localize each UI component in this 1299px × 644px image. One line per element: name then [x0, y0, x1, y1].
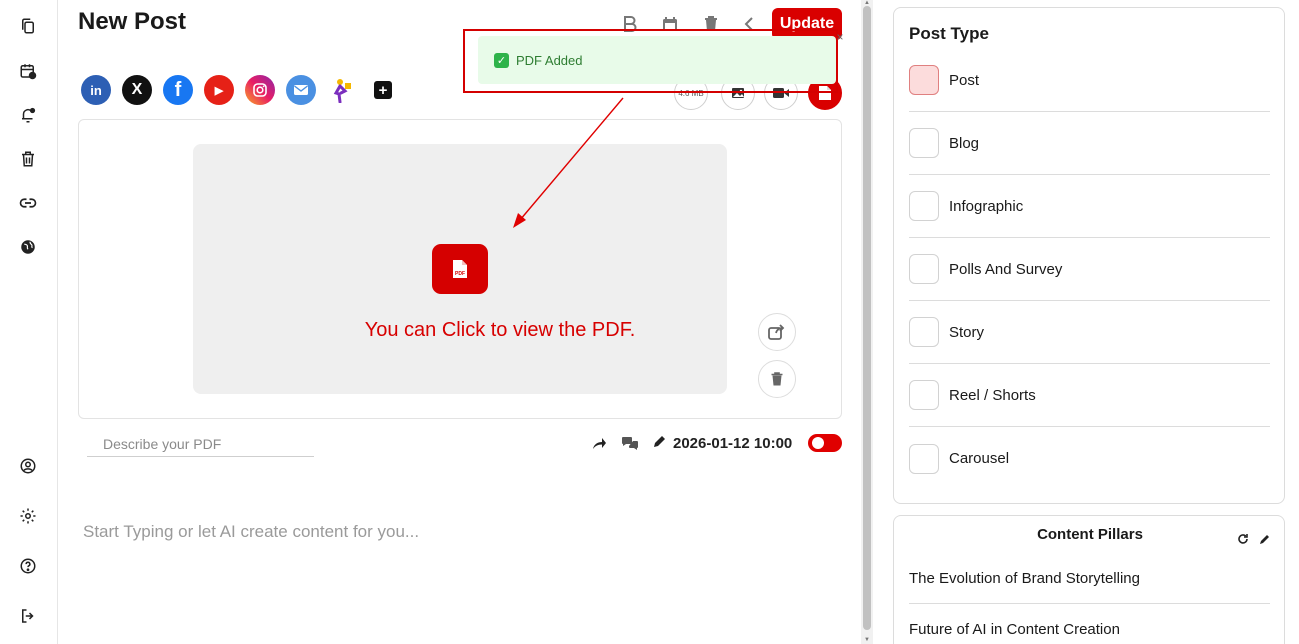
pillar-item[interactable]: Future of AI in Content Creation	[909, 604, 1270, 644]
copy-icon[interactable]	[14, 12, 42, 40]
pencil-icon	[653, 434, 667, 453]
help-icon[interactable]	[14, 552, 42, 580]
schedule-edit[interactable]: 2026-01-12 10:00	[653, 433, 792, 453]
left-rail	[0, 0, 58, 644]
post-type-label: Reel / Shorts	[949, 386, 1036, 404]
toast-notification: ✓ PDF Added ×	[478, 30, 844, 84]
post-type-option-story[interactable]: Story	[909, 301, 1270, 364]
toast-message: PDF Added	[516, 52, 583, 68]
gear-icon[interactable]	[14, 502, 42, 530]
post-type-option-carousel[interactable]: Carousel	[909, 427, 1270, 490]
post-type-label: Carousel	[949, 450, 1010, 467]
post-type-label: Story	[949, 323, 985, 341]
comments-icon[interactable]	[621, 433, 639, 453]
page-title: New Post	[78, 8, 187, 35]
post-type-checkbox[interactable]	[909, 380, 939, 410]
scroll-down-icon[interactable]: ▼	[863, 637, 871, 643]
post-type-card: Post Type Post Blog Infographic Polls An…	[893, 7, 1285, 504]
content-pillars-card: Content Pillars The Evolution of Brand S…	[893, 515, 1285, 644]
scroll-thumb[interactable]	[863, 6, 871, 630]
check-icon: ✓	[494, 52, 509, 68]
link-icon[interactable]	[14, 189, 42, 217]
main-editor: New Post Update in X f ▶ + 4.6 MB PDF Yo…	[59, 0, 861, 644]
plus-glyph: +	[374, 81, 392, 99]
toggle-knob	[812, 437, 824, 449]
pdf-preview-area[interactable]: PDF You can Click to view the PDF.	[193, 144, 727, 394]
app-root: New Post Update in X f ▶ + 4.6 MB PDF Yo…	[0, 0, 1299, 644]
x-twitter-icon[interactable]: X	[122, 75, 152, 105]
post-type-option-reel[interactable]: Reel / Shorts	[909, 364, 1270, 427]
post-type-checkbox[interactable]	[909, 128, 939, 158]
post-type-option-post[interactable]: Post	[909, 49, 1270, 112]
email-icon[interactable]	[286, 75, 316, 105]
facebook-icon[interactable]: f	[163, 75, 193, 105]
media-preview-card: PDF You can Click to view the PDF.	[78, 119, 842, 419]
user-circle-icon[interactable]	[14, 452, 42, 480]
post-type-label: Polls And Survey	[949, 260, 1063, 278]
delete-media-icon[interactable]	[758, 360, 796, 398]
view-pdf-link[interactable]: You can Click to view the PDF.	[193, 319, 807, 342]
post-type-checkbox[interactable]	[909, 191, 939, 221]
calendar-clock-icon[interactable]	[14, 57, 42, 85]
main-scrollbar[interactable]: ▲ ▼	[861, 0, 873, 644]
pdf-file-label: PDF	[455, 271, 465, 277]
instagram-icon[interactable]	[245, 75, 275, 105]
share-arrow-icon[interactable]	[592, 433, 607, 453]
close-icon[interactable]: ×	[832, 29, 848, 45]
schedule-toggle[interactable]	[808, 434, 842, 452]
schedule-datetime: 2026-01-12 10:00	[673, 434, 793, 452]
right-panel: Post Type Post Blog Infographic Polls An…	[873, 0, 1299, 644]
bell-icon[interactable]	[14, 101, 42, 129]
post-type-checkbox[interactable]	[909, 317, 939, 347]
post-type-option-blog[interactable]: Blog	[909, 112, 1270, 175]
logout-icon[interactable]	[14, 602, 42, 630]
refresh-icon[interactable]	[1236, 532, 1250, 546]
post-type-checkbox[interactable]	[909, 254, 939, 284]
toast-highlight: ✓ PDF Added ×	[463, 29, 844, 93]
content-textarea[interactable]: Start Typing or let AI create content fo…	[83, 522, 823, 542]
post-type-option-polls[interactable]: Polls And Survey	[909, 238, 1270, 301]
post-type-checkbox[interactable]	[909, 65, 939, 95]
trash-icon[interactable]	[14, 145, 42, 173]
post-type-label: Infographic	[949, 197, 1024, 215]
post-type-title: Post Type	[909, 24, 989, 43]
pillar-item[interactable]: The Evolution of Brand Storytelling	[909, 554, 1270, 604]
add-platform-icon[interactable]: +	[370, 77, 396, 103]
pdf-file-icon[interactable]: PDF	[432, 244, 488, 294]
pillars-title: Content Pillars	[1037, 526, 1143, 543]
globe-icon[interactable]	[14, 233, 42, 261]
share-icon[interactable]	[758, 313, 796, 351]
post-type-checkbox[interactable]	[909, 443, 939, 474]
post-type-label: Post	[949, 71, 980, 89]
linkedin-icon[interactable]: in	[81, 75, 111, 105]
youtube-icon[interactable]: ▶	[204, 75, 234, 105]
edit-pencil-icon[interactable]	[1257, 532, 1271, 546]
post-type-option-infographic[interactable]: Infographic	[909, 175, 1270, 238]
person-flag-icon[interactable]	[327, 75, 357, 105]
post-type-label: Blog	[949, 134, 980, 152]
describe-pdf-input[interactable]	[87, 432, 314, 457]
